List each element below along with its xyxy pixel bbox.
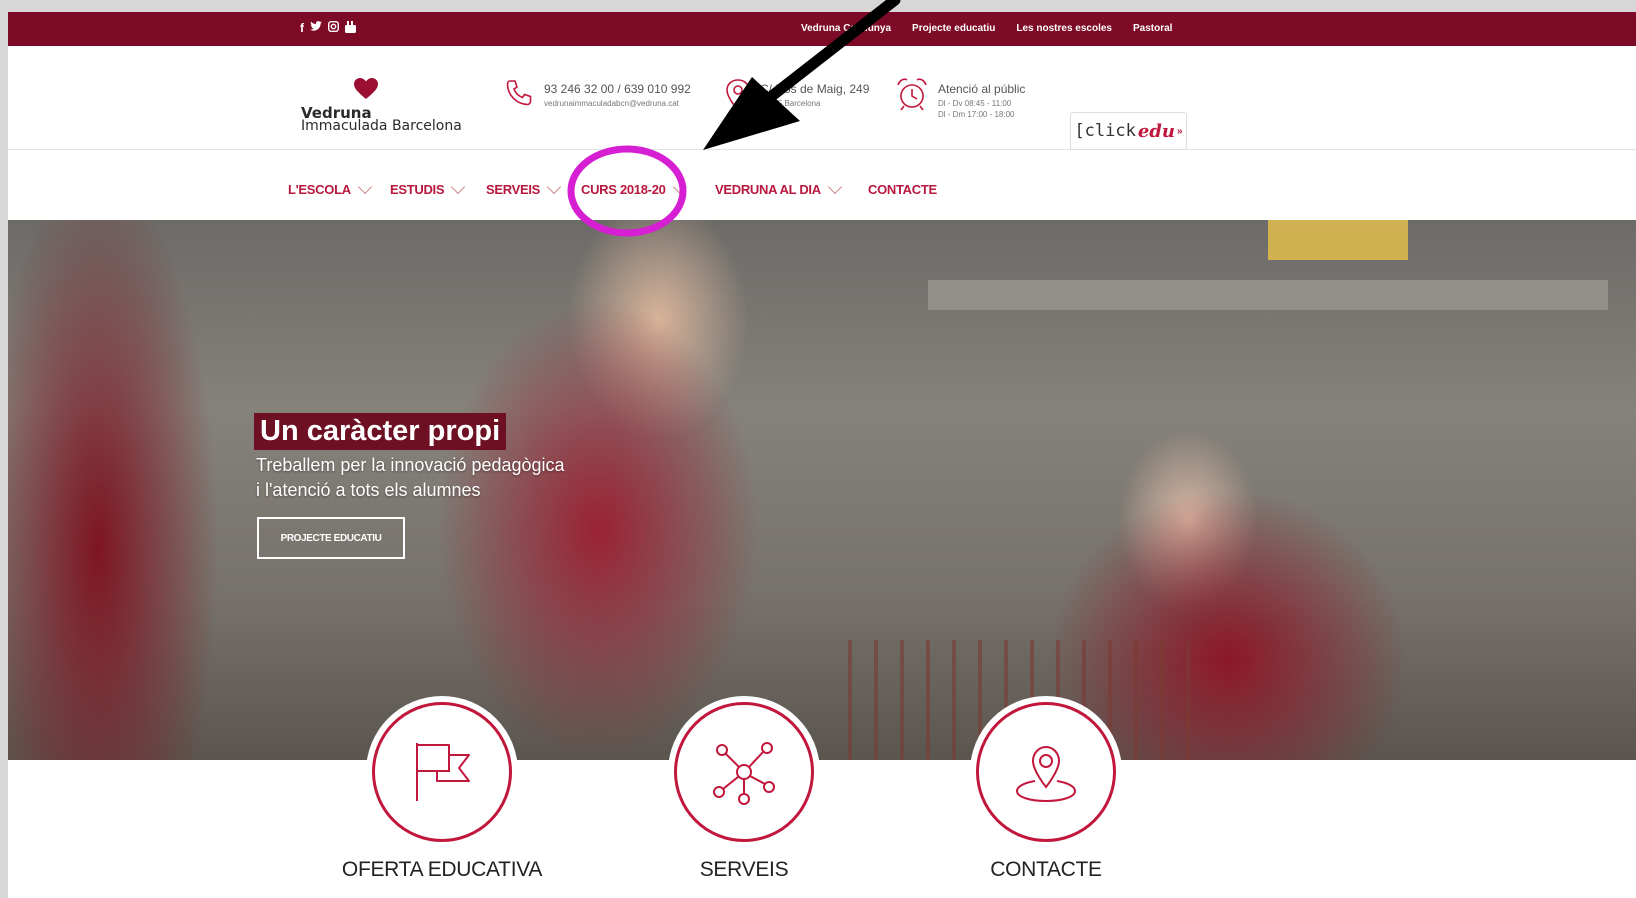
hero-background-stripe <box>928 280 1608 310</box>
nav-item-label: SERVEIS <box>486 182 541 197</box>
contacte-circle[interactable] <box>976 702 1116 842</box>
address-city: 08025 Barcelona <box>760 99 821 108</box>
top-links: Vedruna Catalunya Projecte educatiu Les … <box>801 23 1172 34</box>
heart-logo-icon[interactable] <box>354 78 378 100</box>
phone-number[interactable]: 93 246 32 00 / 639 010 992 <box>544 82 691 96</box>
youtube-icon[interactable] <box>345 21 356 36</box>
chevron-down-icon <box>451 179 466 194</box>
location-icon <box>726 79 750 112</box>
flag-icon <box>416 743 470 801</box>
hero-subtitle: Treballem per la innovació pedagògica i … <box>256 453 565 503</box>
hours-weekday: Dl - Dv 08:45 - 11:00 <box>938 99 1012 108</box>
site-header: Vedruna Immaculada Barcelona 93 246 32 0… <box>8 46 1636 150</box>
twitter-icon[interactable] <box>310 21 322 36</box>
instagram-icon[interactable] <box>327 20 340 36</box>
chevron-down-icon <box>827 179 842 194</box>
network-icon <box>713 742 775 805</box>
address-street: C/ Dos de Maig, 249 <box>760 82 870 96</box>
email-address[interactable]: vedrunaimmaculadabcn@vedruna.cat <box>544 99 691 108</box>
oferta-educativa-circle[interactable] <box>372 702 512 842</box>
nav-item-curs[interactable]: CURS 2018-20 <box>581 179 687 197</box>
nav-item-contacte[interactable]: CONTACTE <box>868 182 937 197</box>
projecte-educatiu-button[interactable]: PROJECTE EDUCATIU <box>257 517 405 559</box>
top-bar: f Vedruna Catalunya Projecte educatiu Le… <box>8 12 1636 46</box>
address-block: C/ Dos de Maig, 249 08025 Barcelona <box>760 82 869 108</box>
hours-afternoon: Dl - Dm 17:00 - 18:00 <box>938 110 1015 119</box>
logo-subtitle[interactable]: Immaculada Barcelona <box>301 118 462 134</box>
nav-item-vedruna-al-dia[interactable]: VEDRUNA AL DIA <box>715 179 842 197</box>
clickedu-logo-part1: [click <box>1074 121 1136 141</box>
nav-item-lescola[interactable]: L'ESCOLA <box>288 179 372 197</box>
serveis-label[interactable]: SERVEIS <box>624 858 864 882</box>
alarm-clock-icon <box>897 78 927 111</box>
page: f Vedruna Catalunya Projecte educatiu Le… <box>8 12 1636 898</box>
nav-item-estudis[interactable]: ESTUDIS <box>390 179 466 197</box>
social-links: f <box>300 20 356 36</box>
chevron-down-icon <box>672 179 687 194</box>
facebook-icon[interactable]: f <box>300 21 304 36</box>
top-link-projecte-educatiu[interactable]: Projecte educatiu <box>912 23 995 34</box>
serveis-circle[interactable] <box>674 702 814 842</box>
clickedu-logo-part2: edu <box>1137 120 1175 142</box>
hours-block: Atenció al públic Dl - Dv 08:45 - 11:00 … <box>938 82 1025 119</box>
contact-phone-block: 93 246 32 00 / 639 010 992 vedrunaimmacu… <box>544 82 691 108</box>
oferta-educativa-label[interactable]: OFERTA EDUCATIVA <box>322 858 562 882</box>
nav-item-label: L'ESCOLA <box>288 182 351 197</box>
hero-background-window <box>1268 220 1408 260</box>
hero-banner: Un caràcter propi Treballem per la innov… <box>8 220 1636 760</box>
contacte-label[interactable]: CONTACTE <box>926 858 1166 882</box>
hero-subtitle-line2: i l'atenció a tots els alumnes <box>256 480 481 500</box>
hero-subtitle-line1: Treballem per la innovació pedagògica <box>256 455 565 475</box>
nav-item-serveis[interactable]: SERVEIS <box>486 179 562 197</box>
nav-item-label: CONTACTE <box>868 182 937 197</box>
location-pin-icon <box>1015 745 1077 803</box>
top-link-pastoral[interactable]: Pastoral <box>1133 23 1172 34</box>
top-link-les-nostres-escoles[interactable]: Les nostres escoles <box>1016 23 1112 34</box>
top-link-vedruna-catalunya[interactable]: Vedruna Catalunya <box>801 23 891 34</box>
chevron-down-icon <box>546 179 562 194</box>
clickedu-button[interactable]: [click edu » <box>1070 112 1187 150</box>
main-nav: L'ESCOLA ESTUDIS SERVEIS CURS 2018-20 VE… <box>8 150 1636 222</box>
clickedu-logo-part3: » <box>1176 125 1183 137</box>
chevron-down-icon <box>357 179 372 194</box>
nav-item-label: CURS 2018-20 <box>581 182 666 197</box>
nav-item-label: ESTUDIS <box>390 182 445 197</box>
hero-title: Un caràcter propi <box>254 413 507 450</box>
nav-item-label: VEDRUNA AL DIA <box>715 182 821 197</box>
hours-title: Atenció al públic <box>938 82 1026 96</box>
phone-icon <box>506 80 532 106</box>
